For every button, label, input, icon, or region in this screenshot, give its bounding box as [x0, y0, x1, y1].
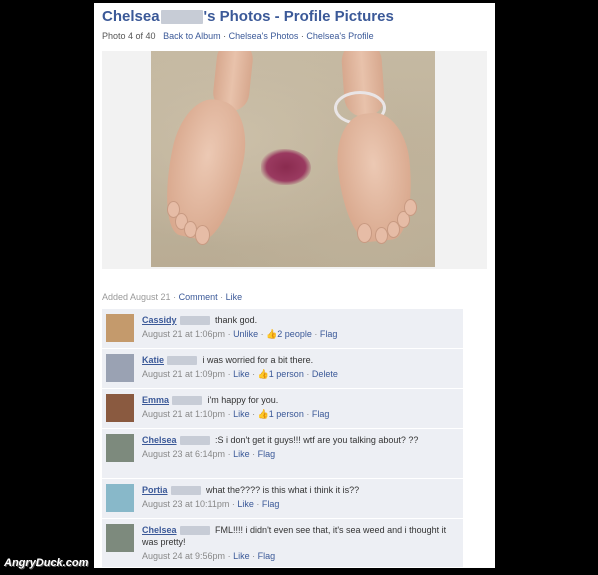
photo-image[interactable] [151, 51, 435, 267]
right-big-toe [357, 223, 372, 243]
comment-text: what the???? is this what i think it is?… [206, 485, 360, 495]
seaweed-stain [261, 149, 311, 185]
added-date: Added August 21 [102, 292, 171, 302]
commenter-name[interactable]: Portia [142, 485, 168, 495]
like-link[interactable]: Like [226, 292, 243, 302]
comment-item: Portia what the???? is this what i think… [102, 479, 463, 519]
avatar[interactable] [106, 314, 134, 342]
comment-body: Chelsea FML!!!! i didn't even see that, … [142, 524, 457, 548]
commenter-name[interactable]: Chelsea [142, 435, 177, 445]
comment-time: August 23 at 10:11pm [142, 499, 230, 509]
comment-time: August 21 at 1:10pm [142, 409, 226, 419]
comment-meta: August 21 at 1:06pm · Unlike · 👍2 people… [142, 329, 338, 339]
avatar[interactable] [106, 434, 134, 462]
avatar[interactable] [106, 484, 134, 512]
redacted-surname [179, 436, 210, 446]
like-link[interactable]: Like [233, 449, 250, 459]
redacted-surname [167, 356, 198, 366]
comment-text: i was worried for a bit there. [202, 355, 314, 365]
comment-time: August 24 at 9:56pm [142, 551, 226, 561]
flag-link[interactable]: Flag [312, 409, 330, 419]
delete-link[interactable]: Delete [312, 369, 338, 379]
profile-link[interactable]: Chelsea's Profile [306, 31, 373, 41]
left-foot [155, 93, 255, 245]
right-toe [404, 199, 417, 216]
redacted-surname [172, 396, 203, 406]
like-link[interactable]: Like [233, 551, 250, 561]
like-link[interactable]: Like [237, 499, 254, 509]
comment-text: thank god. [215, 315, 258, 325]
like-link[interactable]: Like [233, 369, 250, 379]
commenter-name[interactable]: Chelsea [142, 525, 177, 535]
title-suffix: 's Photos - Profile Pictures [203, 8, 394, 25]
left-big-toe [195, 225, 210, 245]
commenter-name[interactable]: Emma [142, 395, 169, 405]
comment-body: Cassidy thank god. [142, 314, 457, 326]
comment-body: Katie i was worried for a bit there. [142, 354, 457, 366]
flag-link[interactable]: Flag [262, 499, 280, 509]
likes-count-link[interactable]: 1 person [269, 369, 304, 379]
comment-meta: August 23 at 10:11pm · Like · Flag [142, 499, 280, 509]
flag-link[interactable]: Flag [258, 449, 276, 459]
comment-body: Emma i'm happy for you. [142, 394, 457, 406]
photo-panel: Chelsea 's Photos - Profile Pictures Phot… [94, 3, 495, 568]
comment-text: :S i don't get it guys!!! wtf are you ta… [215, 435, 419, 445]
comment-text: i'm happy for you. [207, 395, 279, 405]
photo-count: Photo 4 of 40 [102, 31, 156, 41]
comment-item: Chelsea FML!!!! i didn't even see that, … [102, 519, 463, 568]
likes-count-link[interactable]: 2 people [277, 329, 312, 339]
flag-link[interactable]: Flag [258, 551, 276, 561]
comment-body: Portia what the???? is this what i think… [142, 484, 457, 496]
comment-item: Emma i'm happy for you. August 21 at 1:1… [102, 389, 463, 429]
avatar[interactable] [106, 524, 134, 552]
photo-frame [102, 51, 487, 269]
commenter-name[interactable]: Cassidy [142, 315, 177, 325]
comment-meta: August 21 at 1:09pm · Like · 👍1 person ·… [142, 369, 338, 379]
comment-item: Cassidy thank god. August 21 at 1:06pm ·… [102, 309, 463, 349]
album-link[interactable]: Chelsea's Photos [229, 31, 299, 41]
redacted-surname [179, 526, 210, 536]
comment-time: August 21 at 1:09pm [142, 369, 226, 379]
unlike-link[interactable]: Unlike [233, 329, 258, 339]
photo-meta: Added August 21 · Comment · Like [102, 292, 242, 302]
thumbs-up-icon: 👍 [257, 409, 269, 419]
redacted-surname [170, 486, 201, 496]
comment-body: Chelsea :S i don't get it guys!!! wtf ar… [142, 434, 457, 446]
page-title: Chelsea 's Photos - Profile Pictures [102, 8, 394, 25]
avatar[interactable] [106, 394, 134, 422]
comment-item: Chelsea :S i don't get it guys!!! wtf ar… [102, 429, 463, 479]
comment-time: August 21 at 1:06pm [142, 329, 226, 339]
like-link[interactable]: Like [233, 409, 250, 419]
comment-meta: August 24 at 9:56pm · Like · Flag [142, 551, 276, 561]
photo-subnav: Photo 4 of 40 Back to Album · Chelsea's … [102, 31, 374, 41]
comment-meta: August 21 at 1:10pm · Like · 👍1 person ·… [142, 409, 330, 419]
thumbs-up-icon: 👍 [266, 329, 278, 339]
flag-link[interactable]: Flag [320, 329, 338, 339]
redacted-surname [179, 316, 210, 326]
comment-link[interactable]: Comment [179, 292, 218, 302]
commenter-name[interactable]: Katie [142, 355, 164, 365]
likes-count-link[interactable]: 1 person [269, 409, 304, 419]
thumbs-up-icon: 👍 [257, 369, 269, 379]
back-to-album-link[interactable]: Back to Album [163, 31, 221, 41]
title-name: Chelsea [102, 8, 160, 25]
comment-item: Katie i was worried for a bit there. Aug… [102, 349, 463, 389]
avatar[interactable] [106, 354, 134, 382]
comment-meta: August 23 at 6:14pm · Like · Flag [142, 449, 276, 459]
watermark: AngryDuck.com [4, 557, 89, 569]
redacted-surname [160, 10, 203, 25]
comment-time: August 23 at 6:14pm [142, 449, 226, 459]
